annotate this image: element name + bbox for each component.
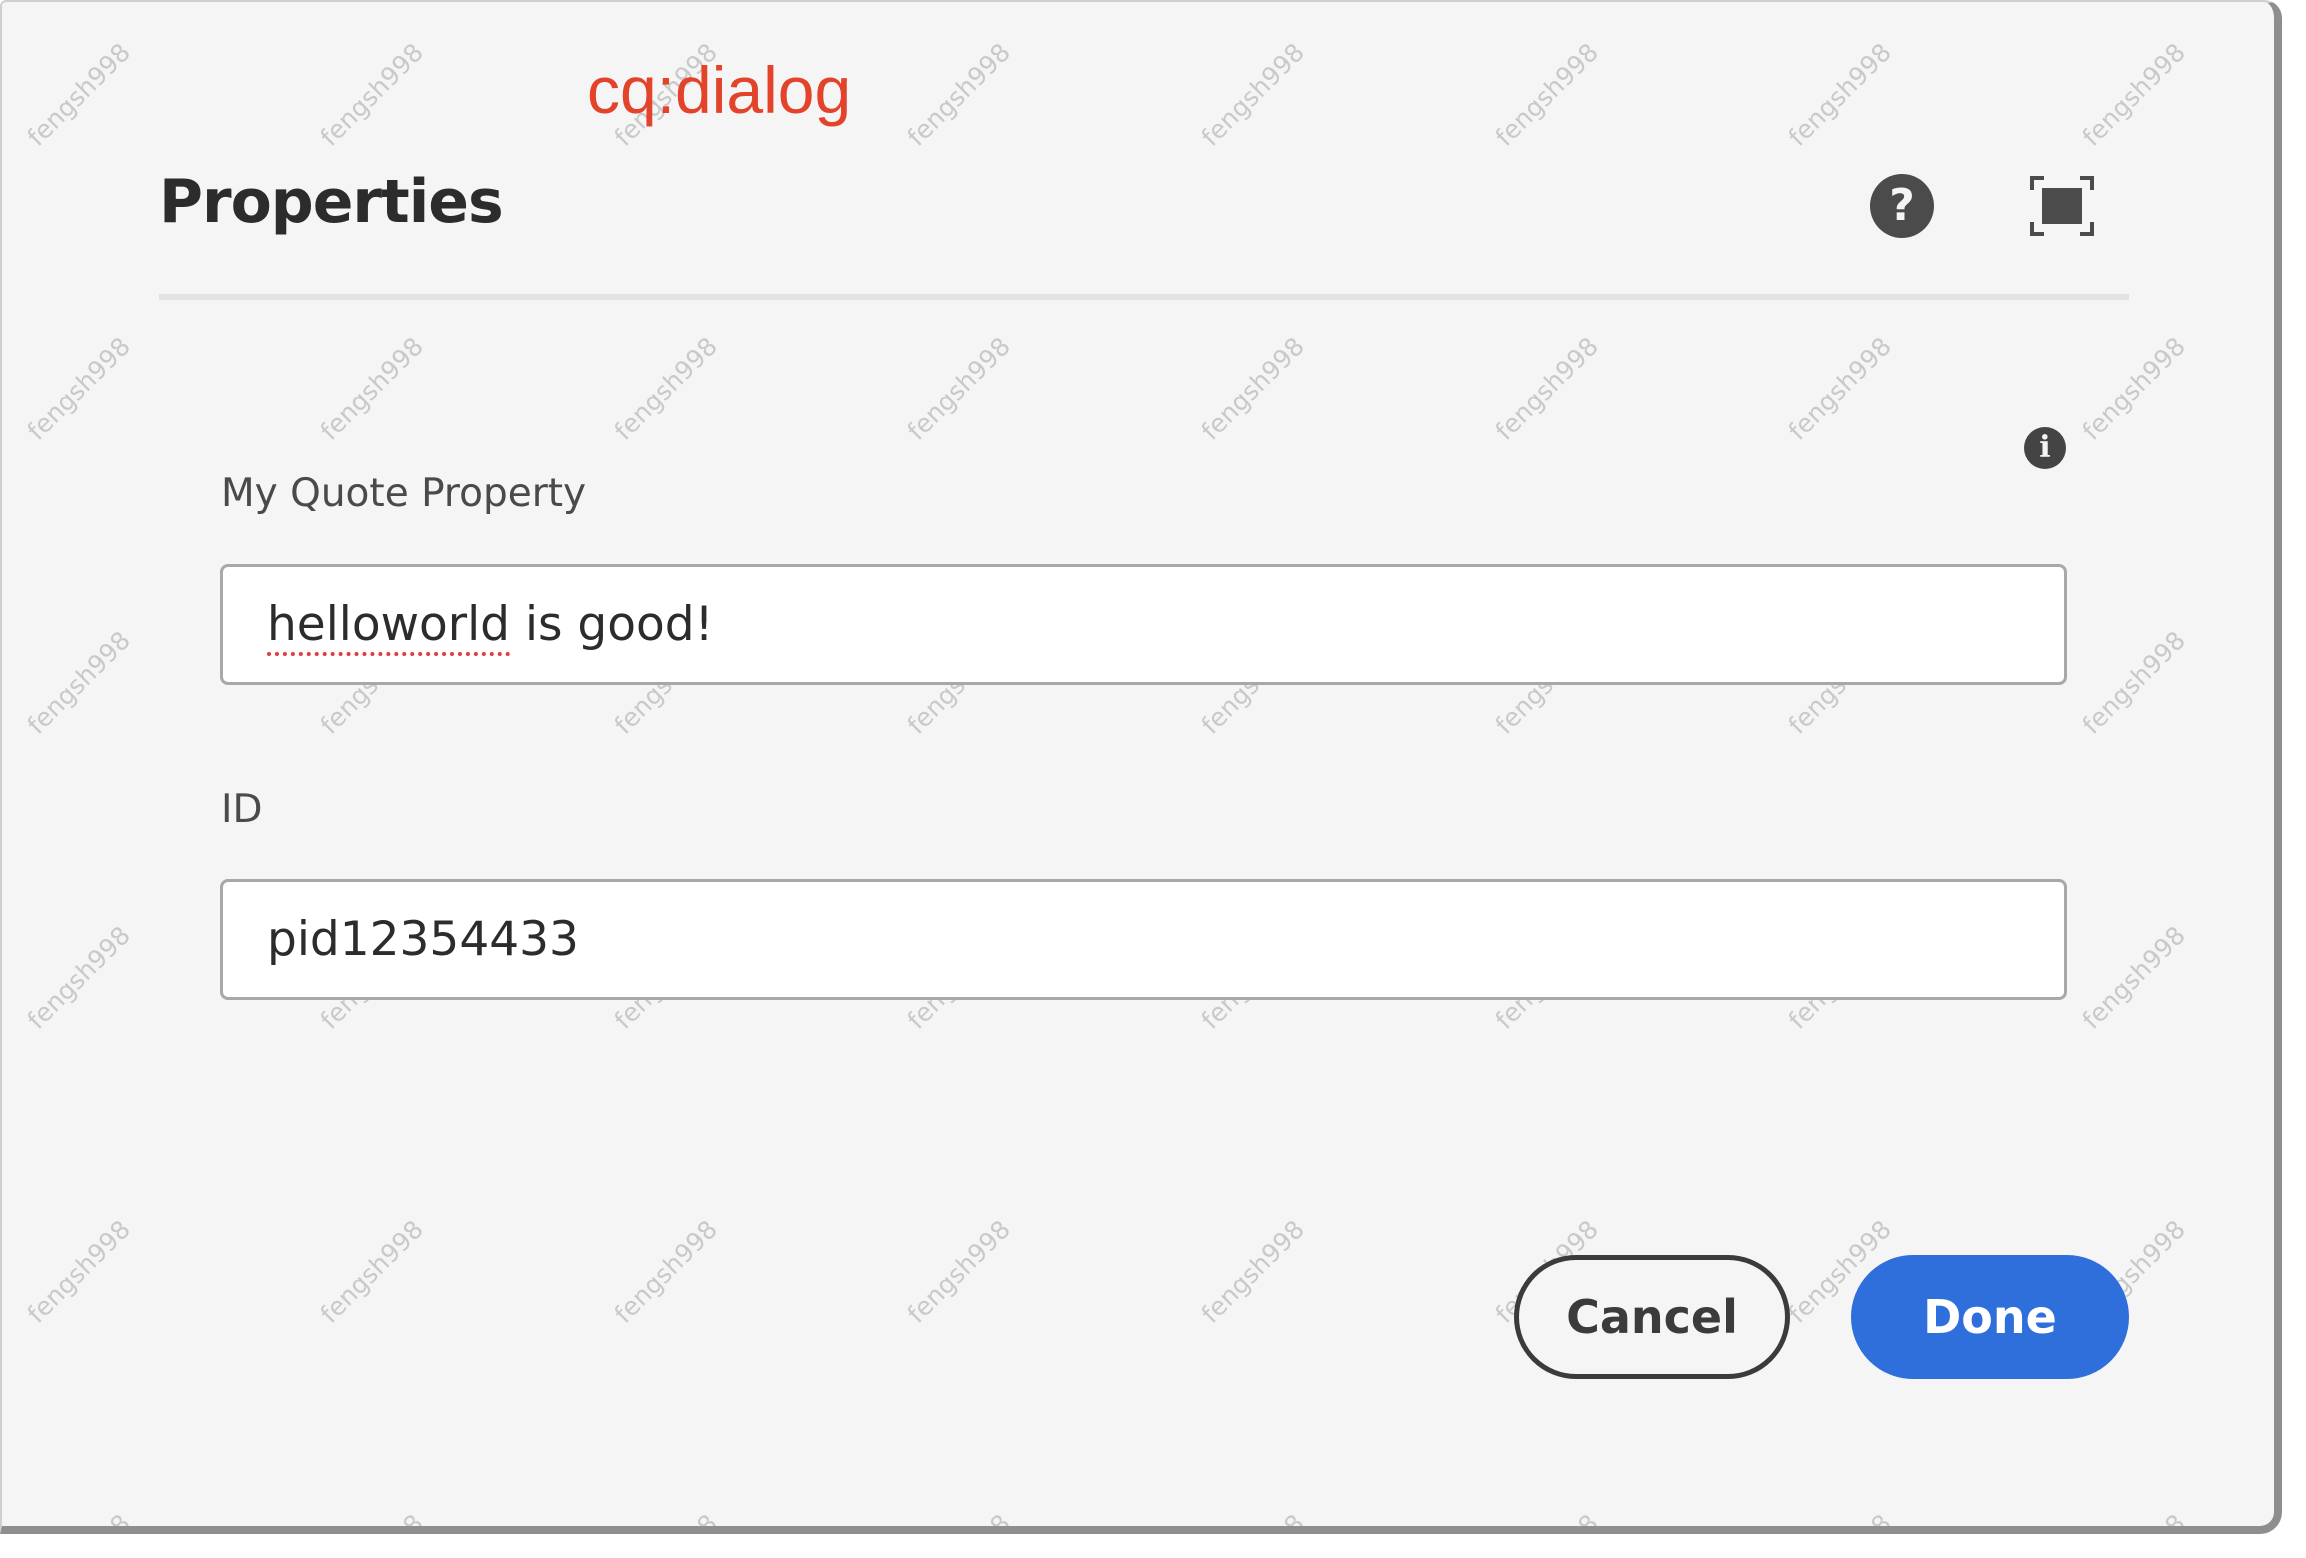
watermark-text: fengsh998 <box>1783 1509 1897 1526</box>
watermark-text: fengsh998 <box>608 1214 723 1329</box>
watermark-text: fengsh998 <box>314 37 429 152</box>
quote-property-input[interactable]: helloworld is good! <box>220 564 2067 685</box>
dialog-annotation: cq:dialog <box>587 53 852 127</box>
watermark-text: fengsh998 <box>2076 920 2191 1035</box>
help-icon[interactable]: ? <box>1870 174 1934 238</box>
watermark-text: fengsh998 <box>1196 1509 1310 1526</box>
misspelled-word: helloworld <box>267 597 510 652</box>
watermark-text: fengsh998 <box>1782 37 1897 152</box>
watermark-text: fengsh998 <box>21 331 136 446</box>
watermark-text: fengsh998 <box>21 37 136 152</box>
watermark-text: fengsh998 <box>1490 1509 1604 1526</box>
watermark-text: fengsh998 <box>21 920 136 1035</box>
watermark-text: fengsh998 <box>901 1214 1016 1329</box>
id-label: ID <box>221 787 263 832</box>
watermark-text: fengsh998 <box>21 625 136 740</box>
watermark-text: fengsh998 <box>1195 37 1310 152</box>
dialog-title: Properties <box>159 167 504 237</box>
watermark-text: fengsh998 <box>2076 37 2191 152</box>
fullscreen-glyph <box>2030 176 2094 236</box>
watermark-text: fengsh998 <box>1782 331 1897 446</box>
watermark-text: fengsh998 <box>2077 1509 2191 1526</box>
watermark-text: fengsh998 <box>609 1509 723 1526</box>
watermark-text: fengsh998 <box>314 1214 429 1329</box>
watermark-text: fengsh998 <box>21 1214 136 1329</box>
watermark-text: fengsh998 <box>1489 37 1604 152</box>
id-input[interactable]: pid12354433 <box>220 879 2067 1000</box>
watermark-text: fengsh998 <box>2076 625 2191 740</box>
watermark-text: fengsh998 <box>314 331 429 446</box>
watermark-text: fengsh998 <box>315 1509 429 1526</box>
watermark-text: fengsh998 <box>902 1509 1016 1526</box>
quote-property-label: My Quote Property <box>221 471 587 516</box>
done-button[interactable]: Done <box>1851 1255 2129 1379</box>
watermark-text: fengsh998 <box>901 331 1016 446</box>
header-divider <box>159 294 2129 300</box>
watermark-text: fengsh998 <box>1195 1214 1310 1329</box>
watermark-text: fengsh998 <box>1195 331 1310 446</box>
watermark-text: fengsh998 <box>1489 331 1604 446</box>
watermark-text: fengsh998 <box>608 331 723 446</box>
watermark-text: fengsh998 <box>2076 331 2191 446</box>
cancel-button[interactable]: Cancel <box>1514 1255 1790 1379</box>
watermark-text: fengsh998 <box>901 37 1016 152</box>
properties-dialog: fengsh998 fengsh998 fengsh998 fengsh998 feng… <box>0 0 2282 1534</box>
info-icon[interactable]: i <box>2024 427 2066 469</box>
fullscreen-icon[interactable] <box>2030 176 2094 236</box>
quote-value-rest: is good! <box>510 597 714 652</box>
watermark-text: fengsh998 <box>22 1509 136 1526</box>
